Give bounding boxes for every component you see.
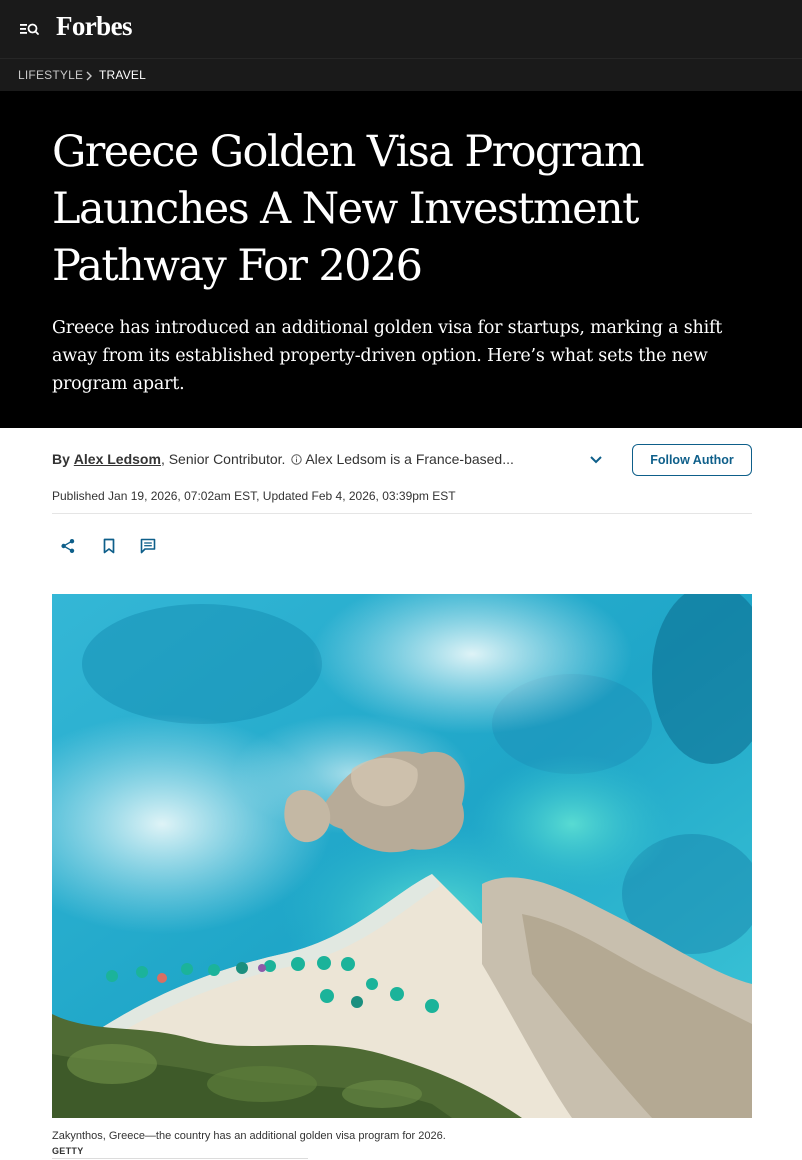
info-icon — [291, 452, 303, 465]
article-hero: Greece Golden Visa Program Launches A Ne… — [0, 91, 802, 428]
divider — [52, 1158, 308, 1159]
article-headline: Greece Golden Visa Program Launches A Ne… — [52, 127, 645, 291]
article-dek: Greece has introduced an additional gold… — [52, 318, 723, 394]
byline: By Alex Ledsom, Senior Contributor. Alex… — [52, 451, 514, 467]
bookmark-icon[interactable] — [101, 538, 117, 554]
published-date: Published Jan 19, 2026, 07:02am EST, Upd… — [52, 489, 456, 503]
site-header: Forbes — [0, 0, 802, 58]
image-credit: GETTY — [52, 1146, 84, 1156]
breadcrumb-travel[interactable]: TRAVEL — [99, 68, 146, 82]
byline-prefix: By — [52, 451, 70, 467]
author-link[interactable]: Alex Ledsom — [74, 451, 161, 467]
breadcrumb: LIFESTYLE TRAVEL — [0, 58, 802, 91]
divider — [52, 513, 752, 514]
chevron-right-icon — [84, 69, 94, 81]
breadcrumb-lifestyle[interactable]: LIFESTYLE — [18, 68, 83, 82]
image-caption: Zakynthos, Greece—the country has an add… — [52, 1130, 446, 1142]
chevron-down-icon[interactable] — [588, 453, 604, 465]
forbes-logo[interactable]: Forbes — [56, 11, 132, 42]
comment-icon[interactable] — [140, 538, 156, 554]
article-hero-image — [52, 594, 752, 1118]
follow-author-button[interactable]: Follow Author — [632, 444, 752, 476]
share-icon[interactable] — [60, 538, 76, 554]
author-role: , Senior Contributor. — [160, 451, 286, 467]
menu-search-icon[interactable] — [20, 20, 40, 38]
author-bio: Alex Ledsom is a France-based... — [305, 451, 514, 467]
